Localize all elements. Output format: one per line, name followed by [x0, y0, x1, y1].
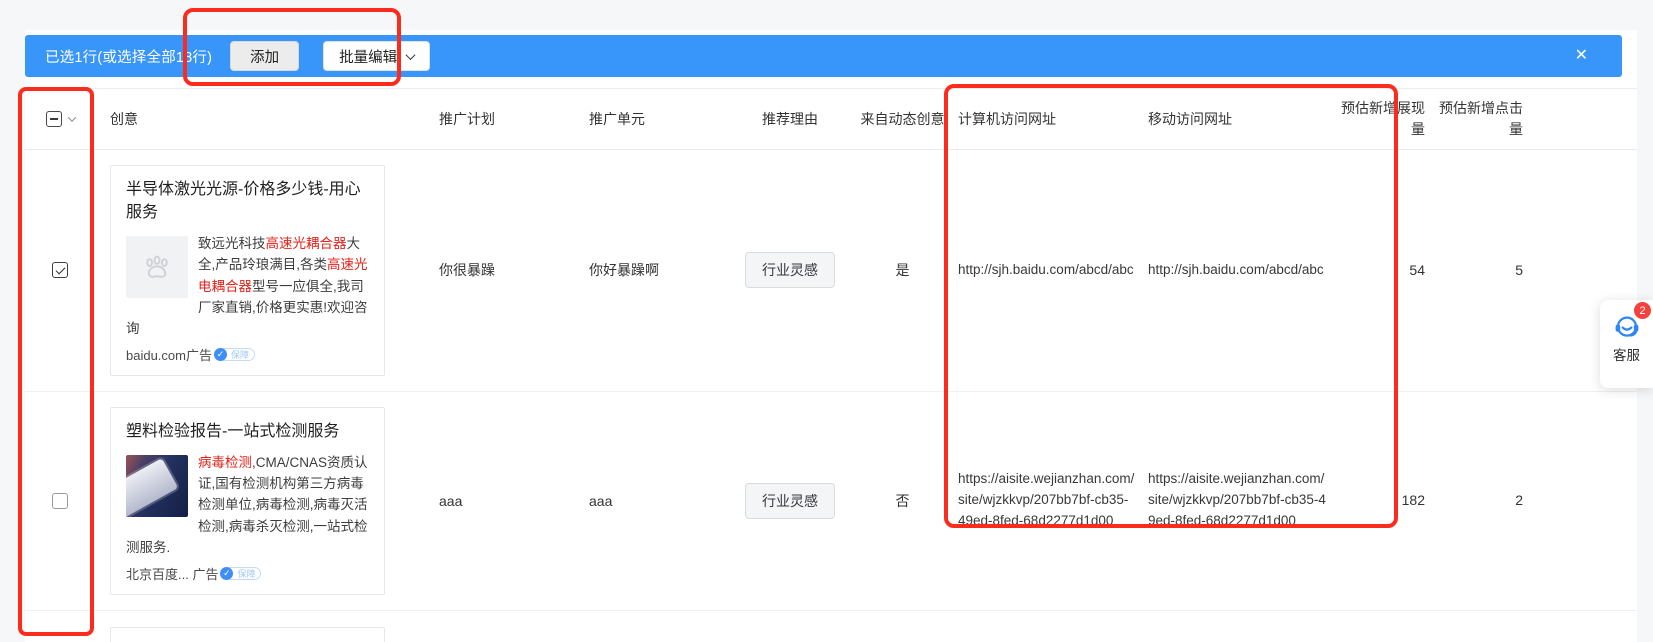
creative-cell: 半导体激光光源-价格多少钱-用心服务 致远光科技高速光耦合器大全,产品玲琅满目,… — [95, 150, 425, 391]
reason-cell: 行业灵感 — [725, 483, 855, 519]
table-body: 半导体激光光源-价格多少钱-用心服务 致远光科技高速光耦合器大全,产品玲琅满目,… — [25, 150, 1637, 642]
creative-footer: baidu.com广告 ✓ 保障 — [126, 339, 369, 364]
creative-body: 致远光科技高速光耦合器大全,产品玲琅满目,各类高速光电耦合器型号一应俱全,我司厂… — [126, 233, 369, 338]
creative-footer: 北京百度... 广告 ✓ 保障 — [126, 558, 369, 583]
creative-body: 病毒检测,CMA/CNAS资质认证,国有检测机构第三方病毒检测单位,病毒检测,病… — [126, 452, 369, 557]
badge-check-icon: ✓ — [214, 348, 227, 361]
impressions-cell: 54 — [1335, 260, 1431, 281]
creative-thumbnail — [126, 455, 188, 517]
close-icon[interactable]: ✕ — [1575, 48, 1588, 64]
creative-card[interactable]: 塑料检验报告-一站式检测服务 病毒检测,CMA/CNAS资质认证,国有检测机构第… — [110, 407, 385, 595]
guarantee-badge: ✓ 保障 — [220, 567, 261, 580]
unit-cell: 你好暴躁啊 — [575, 260, 725, 280]
chevron-down-icon — [406, 50, 416, 60]
creative-cell: 塑料检验报告-一站式检测服务 病毒检测,CMA/CNAS资质认证,国有检测机构第… — [95, 392, 425, 610]
row-checkbox-cell — [25, 493, 95, 509]
table-row: 塑料检验报告-一站式检测服务 病毒检测,CMA/CNAS资质认证,国有检测机构第… — [25, 392, 1637, 611]
header-est-impressions: 预估新增展现量 — [1335, 98, 1431, 140]
mobile-url-text: http://sjh.baidu.com/abcd/abc — [1148, 260, 1330, 281]
customer-service-widget[interactable]: 2 客服 — [1600, 300, 1653, 388]
creative-card[interactable]: 对外汉语教师资格证前景如何 国际汉语教师这个职业自打问世以来就受到了广泛的关注,… — [110, 627, 385, 642]
reason-cell: 行业灵感 — [725, 252, 855, 288]
clicks-cell: 2 — [1431, 490, 1535, 511]
header-checkbox-cell — [25, 111, 95, 127]
header-creative: 创意 — [95, 109, 425, 129]
from-dynamic-cell: 否 — [855, 491, 950, 511]
pc-url-cell: http://sjh.baidu.com/abcd/abc — [950, 260, 1140, 281]
creative-thumbnail — [126, 236, 188, 298]
pc-url-text: http://sjh.baidu.com/abcd/abc — [958, 260, 1135, 281]
table-row: 半导体激光光源-价格多少钱-用心服务 致远光科技高速光耦合器大全,产品玲琅满目,… — [25, 150, 1637, 392]
header-unit: 推广单元 — [575, 109, 725, 129]
creative-title: 塑料检验报告-一站式检测服务 — [126, 421, 369, 444]
reason-tag-button[interactable]: 行业灵感 — [745, 483, 835, 519]
batch-edit-button[interactable]: 批量编辑 — [323, 41, 430, 71]
selection-count-label: 已选1行(或选择全部18行) — [45, 46, 212, 67]
creative-card[interactable]: 半导体激光光源-价格多少钱-用心服务 致远光科技高速光耦合器大全,产品玲琅满目,… — [110, 165, 385, 376]
header-plan: 推广计划 — [425, 109, 575, 129]
reason-tag-button[interactable]: 行业灵感 — [745, 252, 835, 288]
table-header-row: 创意 推广计划 推广单元 推荐理由 来自动态创意 计算机访问网址 移动访问网址 … — [25, 88, 1637, 150]
mobile-url-text: https://aisite.wejianzhan.com/site/wjzkk… — [1148, 469, 1330, 532]
creative-title: 半导体激光光源-价格多少钱-用心服务 — [126, 179, 369, 224]
header-reason: 推荐理由 — [725, 109, 855, 129]
header-est-clicks: 预估新增点击量 — [1431, 98, 1535, 140]
page: 已选1行(或选择全部18行) 添加 批量编辑 ✕ 创意 推广计划 推广单元 推荐… — [0, 0, 1653, 642]
row-checkbox[interactable] — [52, 262, 68, 278]
guarantee-badge: ✓ 保障 — [214, 348, 255, 361]
pc-url-cell: https://aisite.wejianzhan.com/site/wjzkk… — [950, 469, 1140, 532]
from-dynamic-cell: 是 — [855, 260, 950, 280]
creative-source: 北京百度... 广告 — [126, 564, 218, 583]
clicks-cell: 5 — [1431, 260, 1535, 281]
pc-url-text: https://aisite.wejianzhan.com/site/wjzkk… — [958, 469, 1135, 532]
mobile-url-cell: http://sjh.baidu.com/abcd/abc — [1140, 260, 1335, 281]
batch-edit-label: 批量编辑 — [339, 46, 397, 67]
creatives-table: 创意 推广计划 推广单元 推荐理由 来自动态创意 计算机访问网址 移动访问网址 … — [25, 88, 1637, 642]
badge-label: 保障 — [229, 567, 261, 580]
row-checkbox[interactable] — [52, 493, 68, 509]
creative-source: baidu.com广告 — [126, 345, 212, 364]
plan-cell: 你很暴躁 — [425, 260, 575, 280]
header-from-dynamic: 来自动态创意 — [855, 109, 950, 129]
selection-bar: 已选1行(或选择全部18行) 添加 批量编辑 ✕ — [25, 35, 1622, 77]
header-pc-url: 计算机访问网址 — [950, 109, 1140, 129]
badge-label: 保障 — [223, 348, 255, 361]
table-row: 对外汉语教师资格证前景如何 国际汉语教师这个职业自打问世以来就受到了广泛的关注,… — [25, 611, 1637, 642]
row-checkbox-cell — [25, 262, 95, 278]
select-all-checkbox[interactable] — [46, 111, 62, 127]
plan-cell: aaa — [425, 493, 575, 509]
mobile-url-cell: https://aisite.wejianzhan.com/site/wjzkk… — [1140, 469, 1335, 532]
select-dropdown-chevron-icon[interactable] — [67, 113, 75, 121]
header-mobile-url: 移动访问网址 — [1140, 109, 1335, 129]
paw-icon — [139, 249, 175, 285]
add-button[interactable]: 添加 — [230, 41, 299, 71]
service-label: 客服 — [1613, 344, 1640, 364]
unit-cell: aaa — [575, 493, 725, 509]
creative-cell: 对外汉语教师资格证前景如何 国际汉语教师这个职业自打问世以来就受到了广泛的关注,… — [95, 612, 425, 642]
impressions-cell: 182 — [1335, 490, 1431, 511]
notification-badge: 2 — [1634, 302, 1651, 319]
content-panel: 已选1行(或选择全部18行) 添加 批量编辑 ✕ 创意 推广计划 推广单元 推荐… — [25, 30, 1637, 642]
